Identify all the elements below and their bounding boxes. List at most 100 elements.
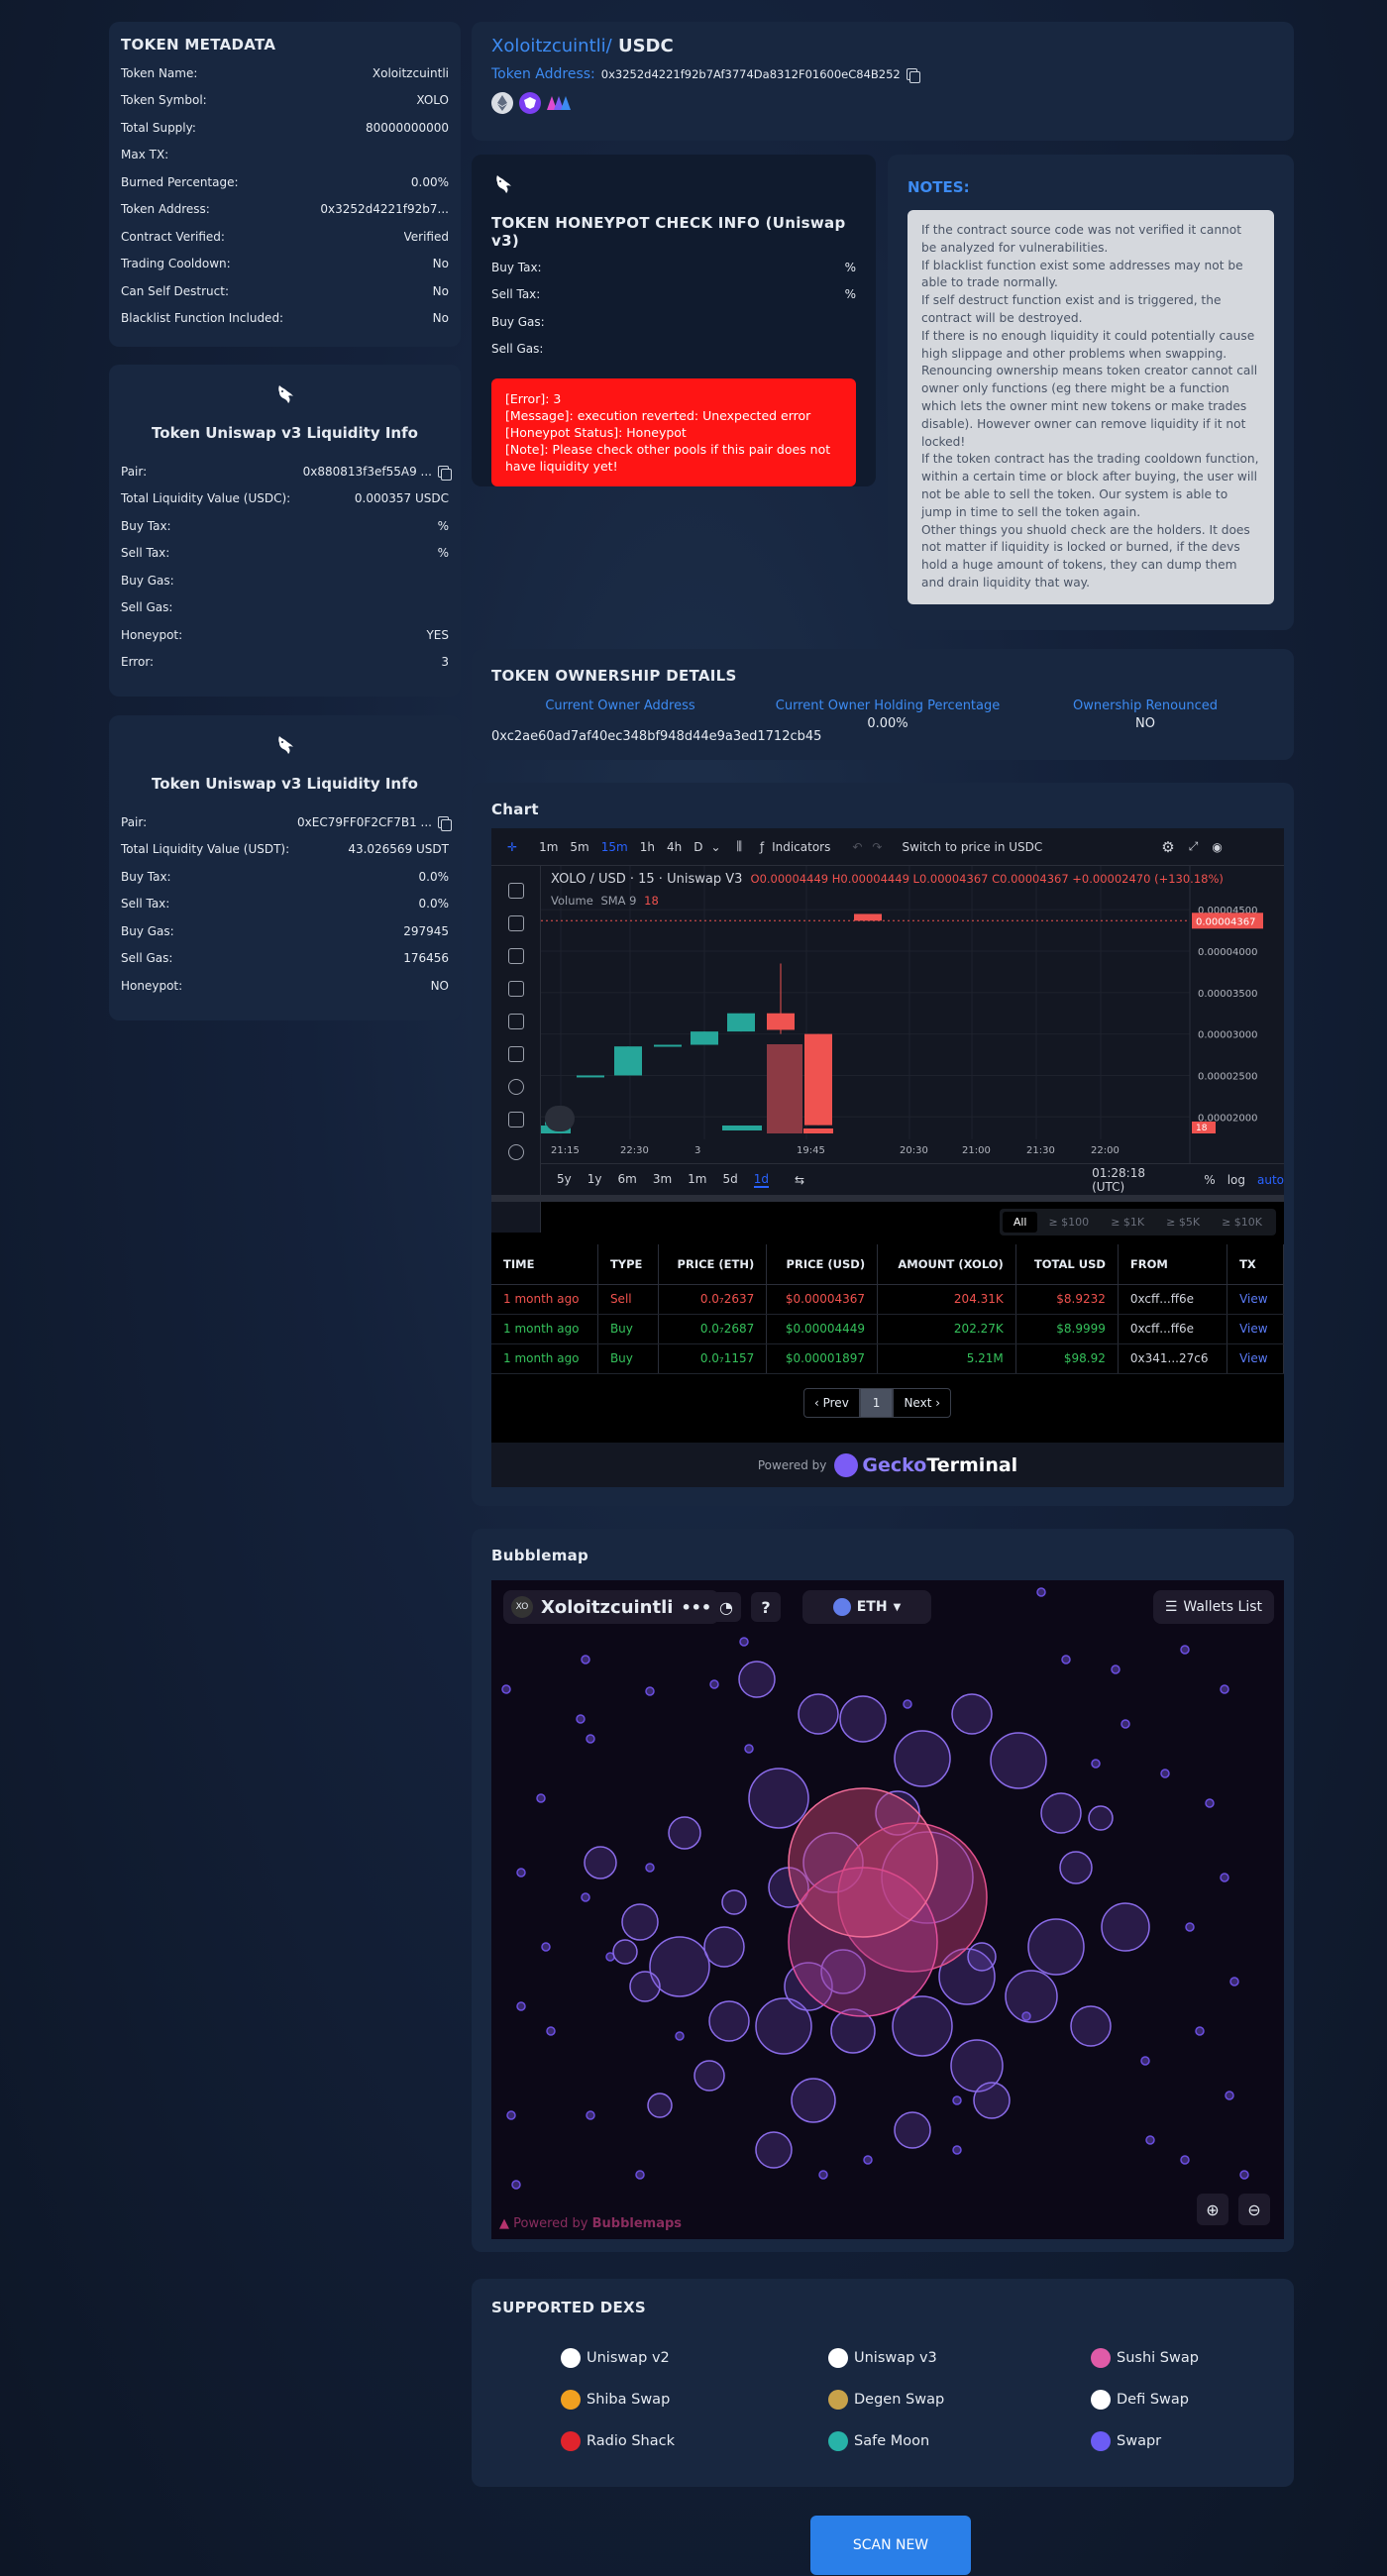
wallet-bubble[interactable]: [721, 1889, 747, 1915]
candlestick-chart[interactable]: 0.000045000.000040000.000035000.00003000…: [541, 866, 1284, 1173]
indicators-button[interactable]: ƒ Indicators: [760, 840, 830, 854]
dex-item[interactable]: Defi Swap: [1091, 2390, 1189, 2410]
wallet-bubble[interactable]: [501, 1684, 511, 1694]
percent-toggle[interactable]: %: [1204, 1173, 1215, 1187]
chevron-down-icon[interactable]: ⌄: [710, 840, 720, 854]
emoji-icon[interactable]: [507, 1079, 524, 1095]
filter-button[interactable]: All: [1002, 1212, 1038, 1233]
next-page-button[interactable]: Next ›: [893, 1388, 952, 1418]
wallet-bubble[interactable]: [1180, 2155, 1190, 2165]
pattern-icon[interactable]: [507, 1014, 524, 1029]
camera-icon[interactable]: ◉: [1212, 840, 1222, 854]
wallet-bubble[interactable]: [1185, 1922, 1195, 1932]
wallet-bubble[interactable]: [1070, 2005, 1112, 2047]
log-toggle[interactable]: log: [1227, 1173, 1245, 1187]
table-cell[interactable]: 0xcff...ff6e: [1118, 1314, 1228, 1344]
wallet-bubble[interactable]: [694, 2060, 725, 2092]
wallet-bubble[interactable]: [1225, 2091, 1234, 2100]
dex-item[interactable]: Uniswap v2: [561, 2348, 670, 2368]
wallet-bubble[interactable]: [1111, 1664, 1120, 1674]
wallet-bubble[interactable]: [708, 2000, 750, 2042]
wallet-bubble[interactable]: [1160, 1769, 1170, 1778]
interval-button[interactable]: 4h: [667, 840, 682, 854]
dex-item[interactable]: Safe Moon: [828, 2431, 929, 2451]
wallet-bubble[interactable]: [1036, 1587, 1046, 1597]
wallet-bubble[interactable]: [1220, 1873, 1229, 1882]
wallet-bubble[interactable]: [1180, 1645, 1190, 1655]
wallet-bubble[interactable]: [645, 1863, 655, 1873]
wallet-bubble[interactable]: [739, 1637, 749, 1647]
wallet-bubble[interactable]: [581, 1655, 590, 1664]
wallet-bubble[interactable]: [951, 1693, 993, 1735]
view-tx-link[interactable]: View: [1227, 1284, 1284, 1315]
wallet-bubble[interactable]: [647, 2093, 673, 2118]
wallet-bubble[interactable]: [703, 1926, 745, 1968]
wallet-bubble[interactable]: [586, 1734, 595, 1744]
wallet-bubble[interactable]: [748, 1768, 809, 1829]
undo-icon[interactable]: ↶: [852, 840, 862, 854]
table-cell[interactable]: 0x341...27c6: [1118, 1343, 1228, 1374]
interval-button[interactable]: 1m: [539, 840, 558, 854]
text-tool-icon[interactable]: [507, 981, 524, 997]
wallet-bubble[interactable]: [1005, 1970, 1058, 2023]
view-tx-link[interactable]: View: [1227, 1314, 1284, 1344]
pair-base-link[interactable]: Xoloitzcuintli/: [491, 36, 612, 56]
wallet-bubble[interactable]: [967, 1942, 997, 1972]
crosshair-icon[interactable]: ✛: [507, 840, 517, 854]
wallet-bubble[interactable]: [645, 1686, 655, 1696]
wallet-bubble[interactable]: [536, 1793, 546, 1803]
wallet-bubble[interactable]: [744, 1744, 754, 1754]
wallet-bubble[interactable]: [738, 1661, 776, 1698]
dex-item[interactable]: Uniswap v3: [828, 2348, 937, 2368]
range-button[interactable]: 5d: [722, 1172, 737, 1188]
chain-selector[interactable]: ETH ▼: [802, 1590, 931, 1624]
filter-button[interactable]: ≥ $5K: [1155, 1212, 1211, 1233]
wallet-bubble[interactable]: [1101, 1902, 1150, 1952]
wallet-bubble[interactable]: [1195, 2026, 1205, 2036]
bubble-graph[interactable]: [491, 1580, 1284, 2239]
bubblemap-canvas[interactable]: XO Xoloitzcuintli ••• ◔ ? ETH ▼ ☰ Wallet…: [491, 1580, 1284, 2239]
wallet-bubble[interactable]: [798, 1693, 839, 1735]
wallet-bubble[interactable]: [668, 1816, 701, 1850]
wallet-bubble[interactable]: [894, 2111, 931, 2149]
filter-button[interactable]: ≥ $10K: [1211, 1212, 1273, 1233]
wallet-bubble[interactable]: [516, 2001, 526, 2011]
interval-button[interactable]: 5m: [570, 840, 588, 854]
wallet-bubble[interactable]: [1061, 1655, 1071, 1664]
wallet-bubble[interactable]: [546, 2026, 556, 2036]
filter-button[interactable]: ≥ $100: [1037, 1212, 1100, 1233]
wallet-bubble[interactable]: [1239, 2170, 1249, 2180]
wallet-bubble[interactable]: [581, 1892, 590, 1902]
redo-icon[interactable]: ↷: [872, 840, 882, 854]
wallet-bubble[interactable]: [863, 2155, 873, 2165]
shield-app-icon[interactable]: [519, 92, 541, 114]
wallet-bubble[interactable]: [1145, 2135, 1155, 2145]
fullscreen-icon[interactable]: ⤢: [1189, 839, 1199, 854]
wallet-bubble[interactable]: [1088, 1805, 1114, 1831]
wallet-bubble[interactable]: [506, 2110, 516, 2120]
wallet-bubble[interactable]: [1229, 1977, 1239, 1986]
wallet-bubble[interactable]: [1091, 1759, 1101, 1769]
auto-toggle[interactable]: auto: [1257, 1173, 1284, 1187]
wallet-bubble[interactable]: [511, 2180, 521, 2190]
wallet-bubble[interactable]: [1120, 1719, 1130, 1729]
copy-icon[interactable]: [438, 815, 452, 831]
top-holder-bubble[interactable]: [788, 1787, 938, 1938]
scan-new-button[interactable]: SCAN NEW: [810, 2516, 971, 2575]
interval-button[interactable]: D: [694, 840, 702, 854]
wallet-bubble[interactable]: [973, 2082, 1011, 2119]
wallet-bubble[interactable]: [755, 2131, 793, 2169]
wallet-bubble[interactable]: [1027, 1918, 1085, 1976]
resize-handle[interactable]: [491, 1195, 1284, 1202]
dex-item[interactable]: Swapr: [1091, 2431, 1161, 2451]
wallet-bubble[interactable]: [894, 1730, 951, 1787]
dex-item[interactable]: Degen Swap: [828, 2390, 944, 2410]
copy-icon[interactable]: [438, 465, 452, 481]
ruler-icon[interactable]: [507, 1112, 524, 1127]
dex-item[interactable]: Sushi Swap: [1091, 2348, 1199, 2368]
more-options-icon[interactable]: •••: [681, 1598, 711, 1617]
geckoterminal-logo-icon[interactable]: [834, 1452, 859, 1477]
wallets-list-button[interactable]: ☰ Wallets List: [1152, 1590, 1274, 1624]
wallet-bubble[interactable]: [709, 1679, 719, 1689]
wallet-bubble[interactable]: [1040, 1792, 1082, 1834]
